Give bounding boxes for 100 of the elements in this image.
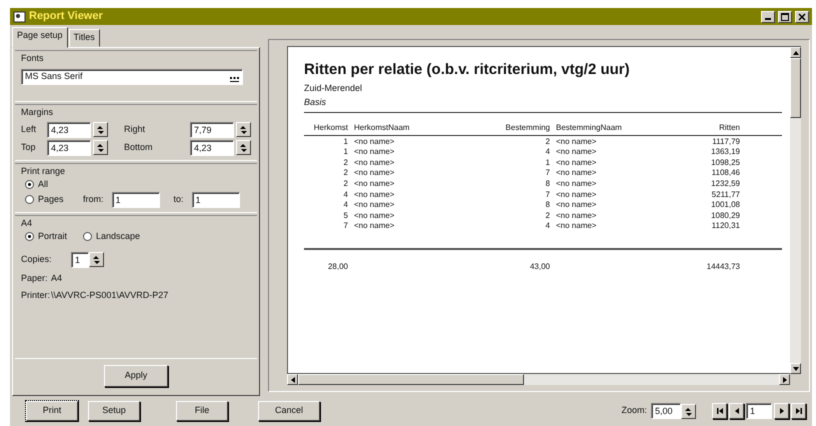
page-from-field[interactable]: 1: [112, 192, 160, 208]
number-field[interactable]: 4,23: [47, 140, 91, 156]
horizontal-scrollbar[interactable]: [287, 374, 790, 385]
column-header: HerkomstNaam: [354, 123, 411, 134]
first-page-button[interactable]: [712, 403, 727, 419]
table-cell-text: 7: [342, 221, 348, 232]
table-cell-text: <no name>: [354, 200, 396, 211]
table-cell-text: 2: [544, 210, 550, 222]
table-cell-text: 1001,08: [710, 200, 740, 211]
table-cell-text: 2: [342, 178, 348, 190]
apply-button[interactable]: Apply: [104, 365, 168, 387]
next-page-button[interactable]: [774, 403, 789, 419]
close-icon: [798, 12, 806, 20]
radio-button[interactable]: [25, 232, 34, 242]
dialog-button[interactable]: Cancel: [258, 401, 320, 421]
radio-label: Portrait: [38, 230, 68, 243]
table-cell-text: <no name>: [556, 190, 598, 200]
vertical-scrollbar[interactable]: [790, 46, 801, 374]
dialog-button[interactable]: Setup: [88, 401, 140, 421]
close-button[interactable]: [795, 10, 809, 22]
radio-button[interactable]: [83, 232, 92, 242]
table-cell-text: 1117,79: [711, 136, 740, 148]
zoom-field[interactable]: 5,00: [651, 403, 681, 419]
dialog-button[interactable]: Print: [26, 401, 78, 421]
field-label: Right: [123, 122, 146, 136]
number-field[interactable]: 4,23: [190, 140, 234, 156]
table-cell-text: 1108,46: [710, 168, 740, 179]
field-label: Copies:: [21, 252, 53, 266]
dialog-button[interactable]: File: [176, 401, 228, 421]
copies-field[interactable]: 1: [71, 252, 89, 268]
spin-button[interactable]: [93, 122, 108, 137]
window-title: Report Viewer: [29, 9, 103, 24]
first-page-icon: [716, 408, 722, 414]
column-header: Ritten: [718, 123, 740, 134]
number-field[interactable]: 4,23: [47, 122, 91, 138]
radio-button[interactable]: [25, 180, 34, 190]
spin-button[interactable]: [681, 404, 696, 418]
table-cell-text: <no name>: [556, 221, 598, 232]
total-cell-text: 14443,73: [706, 262, 740, 273]
table-cell-text: 8: [544, 178, 550, 190]
field-label: Bottom: [123, 140, 154, 154]
spin-icon: [239, 125, 248, 134]
table-cell-text: <no name>: [354, 158, 396, 168]
tab[interactable]: Page setup: [12, 27, 68, 48]
table-cell-text: <no name>: [354, 178, 396, 190]
maximize-button[interactable]: [778, 10, 792, 22]
total-cell-text: 43,00: [528, 262, 550, 273]
field-label: Top: [21, 140, 37, 154]
group-label: Print range: [21, 164, 66, 178]
table-cell-text: 5: [342, 210, 348, 222]
table-cell-text: <no name>: [556, 210, 598, 222]
scroll-thumb[interactable]: [298, 374, 524, 385]
spin-button[interactable]: [89, 252, 104, 267]
report-subtitle: Zuid-Merendel: [304, 82, 364, 95]
column-header: Bestemming: [504, 123, 550, 134]
previous-page-icon: [734, 408, 738, 414]
page-to-field[interactable]: 1: [192, 192, 240, 208]
table-cell-text: <no name>: [354, 210, 396, 222]
table-cell-text: 2: [544, 136, 550, 148]
table-cell-text: 4: [342, 200, 348, 211]
table-cell-text: 8: [544, 200, 550, 211]
table-cell-text: 2: [342, 158, 348, 168]
column-header: Herkomst: [312, 123, 348, 134]
number-field[interactable]: 7,79: [190, 122, 234, 138]
spin-button[interactable]: [236, 122, 251, 137]
spin-icon: [684, 406, 693, 416]
group-label: Margins: [21, 106, 54, 119]
last-page-button[interactable]: [791, 403, 806, 419]
table-cell-text: 7: [544, 168, 550, 179]
tab[interactable]: Titles: [68, 29, 100, 46]
minimize-button[interactable]: [761, 10, 775, 22]
table-cell-text: 1: [342, 147, 348, 158]
table-cell-text: 1080,29: [710, 210, 740, 222]
column-header: BestemmingNaam: [556, 123, 623, 134]
font-dropdown[interactable]: MS Sans Serif: [21, 69, 243, 85]
table-cell-text: <no name>: [556, 147, 598, 158]
spin-button[interactable]: [93, 140, 108, 155]
spin-icon: [92, 255, 101, 264]
spin-icon: [96, 125, 105, 134]
table-cell-text: <no name>: [354, 221, 396, 232]
spin-icon: [96, 143, 105, 152]
report-subtitle: Basis: [304, 96, 328, 108]
maximize-icon: [781, 12, 789, 20]
table-cell-text: <no name>: [354, 168, 396, 179]
zoom-label: Zoom:: [621, 404, 647, 418]
previous-page-button[interactable]: [729, 403, 744, 419]
app-icon: [13, 10, 26, 22]
table-cell-text: 4: [544, 147, 550, 158]
scroll-arrow-icon: [290, 376, 294, 382]
table-cell-text: 1120,31: [710, 221, 740, 232]
table-cell-text: <no name>: [354, 190, 396, 200]
table-cell-text: 1098,25: [710, 158, 740, 168]
radio-label: Pages: [38, 192, 64, 206]
scroll-thumb[interactable]: [790, 58, 801, 118]
field-label: from:: [83, 192, 104, 206]
table-cell-text: <no name>: [354, 147, 396, 158]
radio-button[interactable]: [25, 195, 34, 204]
spin-button[interactable]: [236, 140, 251, 155]
page-number-field[interactable]: 1: [746, 403, 772, 419]
group-label: Fonts: [21, 52, 45, 64]
